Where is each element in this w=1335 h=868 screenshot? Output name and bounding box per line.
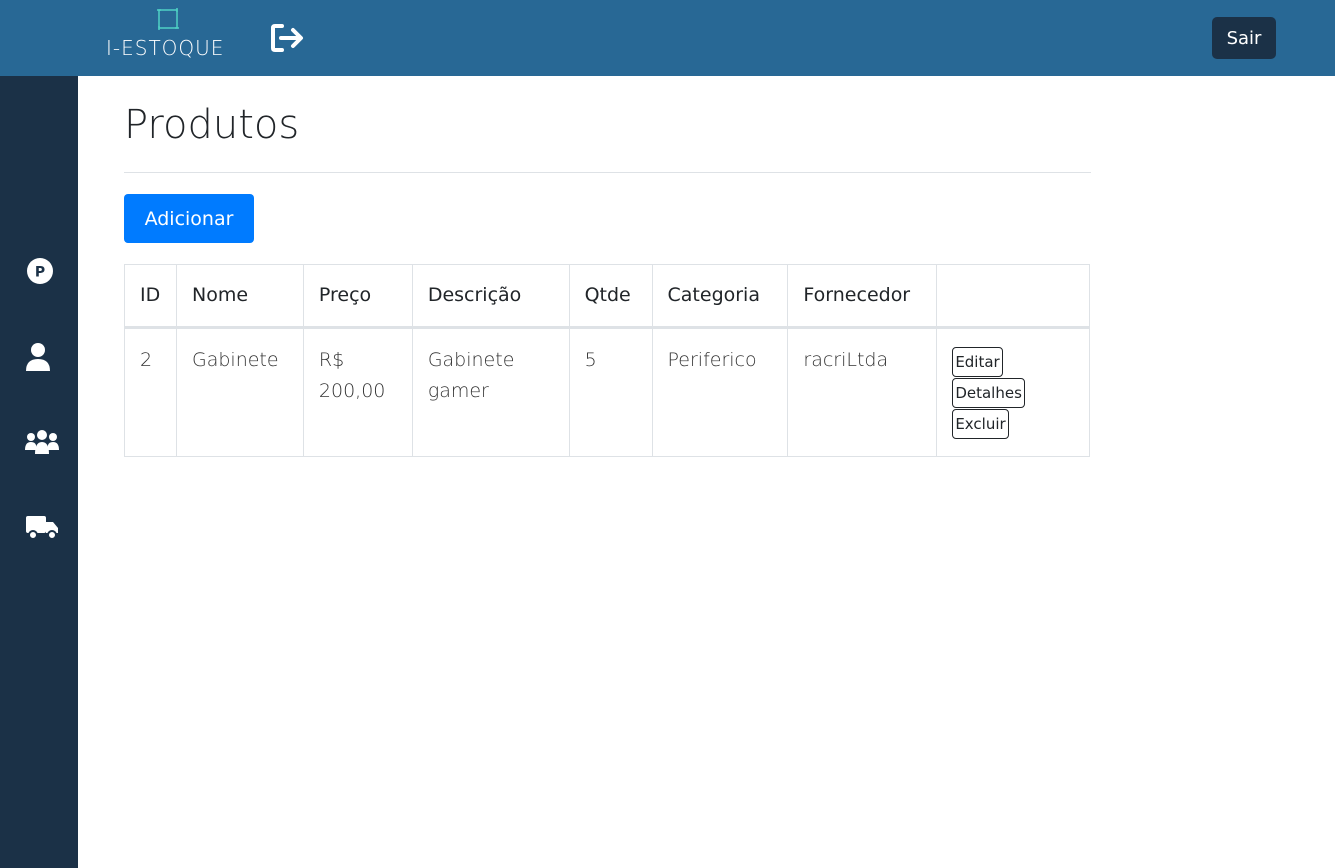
column-header-fornecedor: Fornecedor (787, 264, 938, 329)
cell-categoria: Periferico (651, 327, 789, 457)
add-product-button[interactable]: Adicionar (124, 194, 254, 243)
column-header-preco: Preço (302, 264, 413, 329)
column-header-descricao: Descrição (411, 264, 570, 329)
table-header-row: ID Nome Preço Descrição Qtde Categoria F… (124, 264, 1090, 329)
logo[interactable]: I-ESTOQUE (106, 6, 228, 62)
column-header-categoria: Categoria (651, 264, 789, 329)
cell-nome: Gabinete (175, 327, 304, 457)
sidebar: P (0, 76, 78, 868)
table-row: 2 Gabinete R$ 200,00 Gabinete gamer 5 Pe… (124, 327, 1090, 457)
cell-id: 2 (124, 327, 177, 457)
column-header-actions (936, 264, 1090, 329)
column-header-qtde: Qtde (568, 264, 653, 329)
column-header-id: ID (124, 264, 177, 329)
logo-mark-icon (157, 8, 179, 30)
delete-button[interactable]: Excluir (952, 409, 1009, 439)
divider (124, 172, 1091, 173)
truck-icon[interactable] (24, 512, 60, 542)
cell-fornecedor: racriLtda (787, 327, 938, 457)
users-group-icon[interactable] (24, 428, 60, 458)
user-icon[interactable] (24, 342, 60, 372)
parking-circle-icon[interactable]: P (24, 256, 60, 286)
cell-qtde: 5 (568, 327, 653, 457)
logout-button[interactable]: Sair (1212, 17, 1276, 59)
page-title: Produtos (124, 102, 300, 148)
cell-descricao: Gabinete gamer (411, 327, 570, 457)
top-navbar: I-ESTOQUE Sair (0, 0, 1335, 76)
column-header-nome: Nome (175, 264, 304, 329)
logo-text: I-ESTOQUE (106, 36, 225, 60)
edit-button[interactable]: Editar (952, 347, 1003, 377)
svg-text:P: P (35, 265, 45, 281)
cell-actions: Editar Detalhes Excluir (936, 327, 1090, 457)
cell-preco: R$ 200,00 (302, 327, 413, 457)
products-table: ID Nome Preço Descrição Qtde Categoria F… (124, 264, 1090, 457)
sign-out-icon[interactable] (270, 22, 306, 54)
details-button[interactable]: Detalhes (952, 378, 1025, 408)
